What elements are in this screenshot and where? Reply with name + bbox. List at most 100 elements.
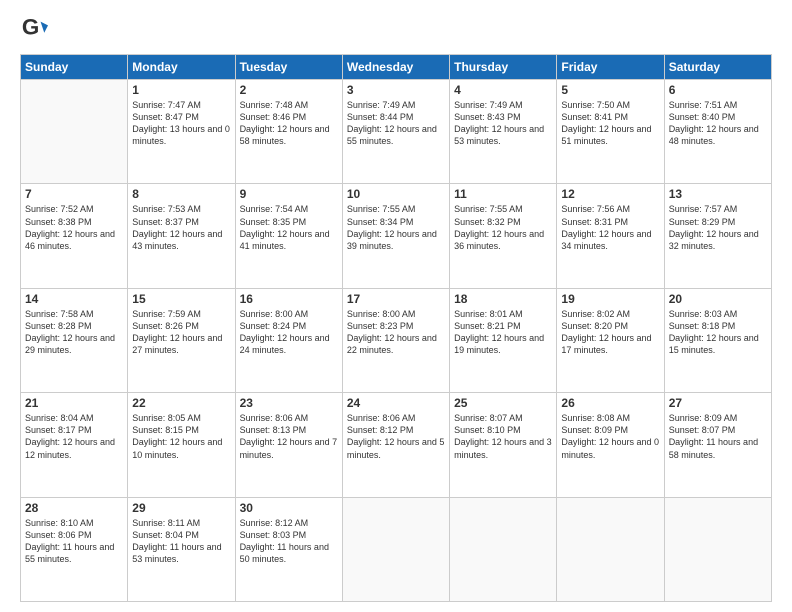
calendar-cell: 12 Sunrise: 7:56 AMSunset: 8:31 PMDayligh… <box>557 184 664 288</box>
header: G <box>20 16 772 44</box>
day-number: 13 <box>669 187 767 201</box>
day-info: Sunrise: 8:01 AMSunset: 8:21 PMDaylight:… <box>454 308 552 357</box>
day-number: 21 <box>25 396 123 410</box>
day-info: Sunrise: 7:57 AMSunset: 8:29 PMDaylight:… <box>669 203 767 252</box>
day-number: 1 <box>132 83 230 97</box>
weekday-header-row: SundayMondayTuesdayWednesdayThursdayFrid… <box>21 55 772 80</box>
calendar-cell: 24 Sunrise: 8:06 AMSunset: 8:12 PMDayligh… <box>342 393 449 497</box>
weekday-header-tuesday: Tuesday <box>235 55 342 80</box>
day-number: 27 <box>669 396 767 410</box>
day-number: 7 <box>25 187 123 201</box>
day-number: 14 <box>25 292 123 306</box>
day-info: Sunrise: 8:10 AMSunset: 8:06 PMDaylight:… <box>25 517 123 566</box>
calendar-cell: 9Sunrise: 7:54 AMSunset: 8:35 PMDaylight… <box>235 184 342 288</box>
calendar-cell: 13 Sunrise: 7:57 AMSunset: 8:29 PMDayligh… <box>664 184 771 288</box>
day-info: Sunrise: 7:49 AMSunset: 8:44 PMDaylight:… <box>347 99 445 148</box>
calendar-cell: 2 Sunrise: 7:48 AMSunset: 8:46 PMDaylight… <box>235 80 342 184</box>
day-info: Sunrise: 7:51 AMSunset: 8:40 PMDaylight:… <box>669 99 767 148</box>
day-number: 10 <box>347 187 445 201</box>
week-row-5: 28 Sunrise: 8:10 AMSunset: 8:06 PMDayligh… <box>21 497 772 601</box>
day-info: Sunrise: 7:53 AMSunset: 8:37 PMDaylight:… <box>132 203 230 252</box>
weekday-header-monday: Monday <box>128 55 235 80</box>
day-number: 26 <box>561 396 659 410</box>
week-row-4: 21 Sunrise: 8:04 AMSunset: 8:17 PMDayligh… <box>21 393 772 497</box>
calendar-cell: 15Sunrise: 7:59 AMSunset: 8:26 PMDayligh… <box>128 288 235 392</box>
calendar-cell: 11Sunrise: 7:55 AMSunset: 8:32 PMDayligh… <box>450 184 557 288</box>
calendar-cell: 17Sunrise: 8:00 AMSunset: 8:23 PMDayligh… <box>342 288 449 392</box>
calendar-cell: 27 Sunrise: 8:09 AMSunset: 8:07 PMDayligh… <box>664 393 771 497</box>
calendar-cell: 28 Sunrise: 8:10 AMSunset: 8:06 PMDayligh… <box>21 497 128 601</box>
day-number: 19 <box>561 292 659 306</box>
day-number: 18 <box>454 292 552 306</box>
calendar-cell: 22 Sunrise: 8:05 AMSunset: 8:15 PMDayligh… <box>128 393 235 497</box>
calendar-cell: 23 Sunrise: 8:06 AMSunset: 8:13 PMDayligh… <box>235 393 342 497</box>
calendar-cell: 10 Sunrise: 7:55 AMSunset: 8:34 PMDayligh… <box>342 184 449 288</box>
calendar-cell: 16Sunrise: 8:00 AMSunset: 8:24 PMDayligh… <box>235 288 342 392</box>
calendar-page: G SundayMondayTuesdayWednesdayThursdayFr… <box>0 0 792 612</box>
svg-text:G: G <box>22 16 39 40</box>
day-number: 6 <box>669 83 767 97</box>
day-info: Sunrise: 7:54 AMSunset: 8:35 PMDaylight:… <box>240 203 338 252</box>
day-number: 12 <box>561 187 659 201</box>
calendar-cell <box>664 497 771 601</box>
day-number: 22 <box>132 396 230 410</box>
calendar-cell <box>557 497 664 601</box>
day-number: 29 <box>132 501 230 515</box>
day-number: 8 <box>132 187 230 201</box>
calendar-cell: 19 Sunrise: 8:02 AMSunset: 8:20 PMDayligh… <box>557 288 664 392</box>
day-info: Sunrise: 8:04 AMSunset: 8:17 PMDaylight:… <box>25 412 123 461</box>
day-number: 5 <box>561 83 659 97</box>
day-number: 2 <box>240 83 338 97</box>
weekday-header-friday: Friday <box>557 55 664 80</box>
day-number: 25 <box>454 396 552 410</box>
day-info: Sunrise: 8:06 AMSunset: 8:12 PMDaylight:… <box>347 412 445 461</box>
calendar-cell: 3 Sunrise: 7:49 AMSunset: 8:44 PMDaylight… <box>342 80 449 184</box>
day-number: 17 <box>347 292 445 306</box>
calendar-cell: 25 Sunrise: 8:07 AMSunset: 8:10 PMDayligh… <box>450 393 557 497</box>
weekday-header-thursday: Thursday <box>450 55 557 80</box>
logo: G <box>20 16 52 44</box>
day-info: Sunrise: 8:06 AMSunset: 8:13 PMDaylight:… <box>240 412 338 461</box>
weekday-header-wednesday: Wednesday <box>342 55 449 80</box>
calendar-cell <box>450 497 557 601</box>
day-info: Sunrise: 8:07 AMSunset: 8:10 PMDaylight:… <box>454 412 552 461</box>
day-number: 20 <box>669 292 767 306</box>
logo-icon: G <box>20 16 48 44</box>
day-info: Sunrise: 7:50 AMSunset: 8:41 PMDaylight:… <box>561 99 659 148</box>
calendar-cell: 8 Sunrise: 7:53 AMSunset: 8:37 PMDaylight… <box>128 184 235 288</box>
calendar-cell: 6 Sunrise: 7:51 AMSunset: 8:40 PMDaylight… <box>664 80 771 184</box>
day-info: Sunrise: 8:09 AMSunset: 8:07 PMDaylight:… <box>669 412 767 461</box>
calendar-cell: 18 Sunrise: 8:01 AMSunset: 8:21 PMDayligh… <box>450 288 557 392</box>
day-number: 24 <box>347 396 445 410</box>
week-row-1: 1 Sunrise: 7:47 AMSunset: 8:47 PMDaylight… <box>21 80 772 184</box>
calendar-cell <box>21 80 128 184</box>
day-number: 23 <box>240 396 338 410</box>
day-number: 28 <box>25 501 123 515</box>
day-info: Sunrise: 7:59 AMSunset: 8:26 PMDaylight:… <box>132 308 230 357</box>
weekday-header-sunday: Sunday <box>21 55 128 80</box>
day-info: Sunrise: 7:56 AMSunset: 8:31 PMDaylight:… <box>561 203 659 252</box>
day-info: Sunrise: 7:52 AMSunset: 8:38 PMDaylight:… <box>25 203 123 252</box>
calendar-cell: 29 Sunrise: 8:11 AMSunset: 8:04 PMDayligh… <box>128 497 235 601</box>
day-info: Sunrise: 7:49 AMSunset: 8:43 PMDaylight:… <box>454 99 552 148</box>
calendar-cell: 21 Sunrise: 8:04 AMSunset: 8:17 PMDayligh… <box>21 393 128 497</box>
day-info: Sunrise: 7:47 AMSunset: 8:47 PMDaylight:… <box>132 99 230 148</box>
calendar-table: SundayMondayTuesdayWednesdayThursdayFrid… <box>20 54 772 602</box>
weekday-header-saturday: Saturday <box>664 55 771 80</box>
day-info: Sunrise: 7:48 AMSunset: 8:46 PMDaylight:… <box>240 99 338 148</box>
calendar-cell: 14Sunrise: 7:58 AMSunset: 8:28 PMDayligh… <box>21 288 128 392</box>
calendar-cell: 5 Sunrise: 7:50 AMSunset: 8:41 PMDaylight… <box>557 80 664 184</box>
day-info: Sunrise: 7:55 AMSunset: 8:34 PMDaylight:… <box>347 203 445 252</box>
calendar-cell: 30Sunrise: 8:12 AMSunset: 8:03 PMDayligh… <box>235 497 342 601</box>
day-info: Sunrise: 8:02 AMSunset: 8:20 PMDaylight:… <box>561 308 659 357</box>
calendar-cell: 7 Sunrise: 7:52 AMSunset: 8:38 PMDaylight… <box>21 184 128 288</box>
day-number: 3 <box>347 83 445 97</box>
day-info: Sunrise: 8:08 AMSunset: 8:09 PMDaylight:… <box>561 412 659 461</box>
day-info: Sunrise: 7:55 AMSunset: 8:32 PMDaylight:… <box>454 203 552 252</box>
day-info: Sunrise: 8:05 AMSunset: 8:15 PMDaylight:… <box>132 412 230 461</box>
day-info: Sunrise: 8:11 AMSunset: 8:04 PMDaylight:… <box>132 517 230 566</box>
calendar-cell: 1 Sunrise: 7:47 AMSunset: 8:47 PMDaylight… <box>128 80 235 184</box>
calendar-cell: 4Sunrise: 7:49 AMSunset: 8:43 PMDaylight… <box>450 80 557 184</box>
day-info: Sunrise: 8:12 AMSunset: 8:03 PMDaylight:… <box>240 517 338 566</box>
calendar-cell: 20Sunrise: 8:03 AMSunset: 8:18 PMDayligh… <box>664 288 771 392</box>
